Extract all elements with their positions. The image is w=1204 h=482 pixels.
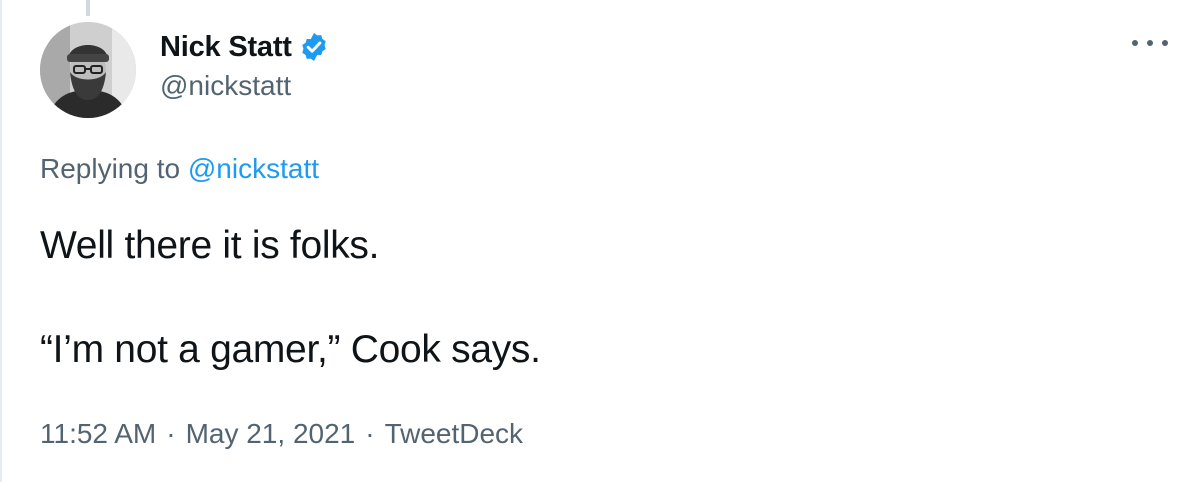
verified-badge-icon [298, 31, 330, 63]
tweet-text-line: “I’m not a gamer,” Cook says. [40, 328, 541, 371]
more-dot-icon [1147, 40, 1153, 46]
tweet-source-link[interactable]: TweetDeck [385, 418, 524, 449]
author-header: Nick Statt @nickstatt [160, 28, 330, 102]
meta-separator: · [166, 418, 176, 449]
tweet-date-link[interactable]: May 21, 2021 [186, 418, 356, 449]
tweet-metadata: 11:52 AM · May 21, 2021 · TweetDeck [40, 418, 523, 450]
thread-connector-line [86, 0, 90, 16]
author-handle[interactable]: @nickstatt [160, 70, 330, 102]
avatar-photo-icon [40, 22, 136, 118]
replying-to-mention-link[interactable]: @nickstatt [188, 153, 319, 184]
avatar[interactable] [40, 22, 136, 118]
tweet-text: Well there it is folks. “I’m not a gamer… [40, 220, 541, 376]
thread-left-border [0, 0, 2, 482]
meta-separator: · [365, 418, 375, 449]
author-display-name[interactable]: Nick Statt [160, 31, 292, 64]
display-name-row: Nick Statt [160, 28, 330, 66]
tweet-time-link[interactable]: 11:52 AM [40, 418, 156, 449]
replying-to: Replying to @nickstatt [40, 153, 319, 185]
more-dot-icon [1132, 40, 1138, 46]
more-dot-icon [1162, 40, 1168, 46]
more-options-icon[interactable] [1132, 36, 1168, 50]
tweet-text-line: Well there it is folks. [40, 224, 380, 267]
replying-to-label: Replying to [40, 153, 181, 184]
